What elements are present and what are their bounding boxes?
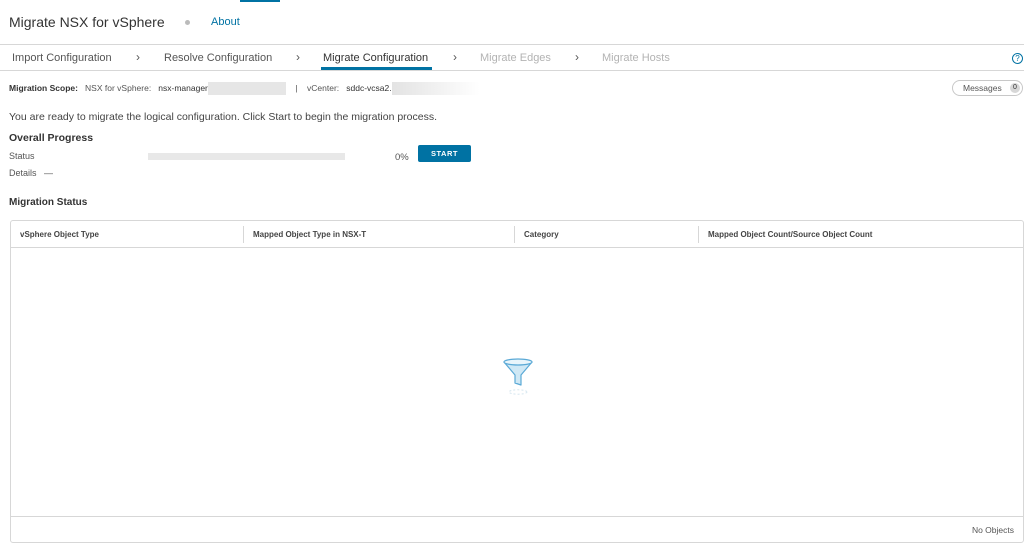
grid-header: vSphere Object Type Mapped Object Type i… [11, 221, 1023, 248]
messages-label: Messages [963, 83, 1002, 93]
redacted-block [391, 82, 480, 95]
messages-count-badge: 0 [1010, 83, 1020, 93]
column-header-category[interactable]: Category [515, 221, 698, 248]
redacted-block [207, 82, 286, 95]
help-icon[interactable]: ? [1012, 53, 1023, 64]
chevron-right-icon: › [453, 50, 457, 64]
progress-percent: 0% [395, 152, 409, 163]
step-migrate-edges: Migrate Edges [480, 52, 551, 64]
grid-footer: No Objects [11, 516, 1023, 542]
step-migrate-configuration[interactable]: Migrate Configuration [323, 52, 428, 64]
details-row: Details — [9, 168, 53, 178]
step-resolve-configuration[interactable]: Resolve Configuration [164, 52, 272, 64]
migration-status-grid: vSphere Object Type Mapped Object Type i… [10, 220, 1024, 543]
empty-filter-icon [501, 356, 535, 401]
migration-scope: Migration Scope: NSX for vSphere: nsx-ma… [9, 82, 480, 95]
vcenter-label: vCenter: [307, 82, 340, 93]
details-value: — [44, 168, 54, 178]
app-header: Migrate NSX for vSphere About [0, 0, 1024, 45]
chevron-right-icon: › [575, 50, 579, 64]
step-import-configuration[interactable]: Import Configuration [12, 52, 112, 64]
overall-progress-title: Overall Progress [9, 132, 94, 144]
ready-message: You are ready to migrate the logical con… [9, 111, 438, 123]
chevron-right-icon: › [296, 50, 300, 64]
scope-label: Migration Scope: [9, 82, 78, 93]
no-objects-label: No Objects [971, 525, 1014, 535]
step-migrate-hosts: Migrate Hosts [602, 52, 670, 64]
nsx-value: nsx-manager [158, 82, 208, 93]
column-header-mapped-object-type[interactable]: Mapped Object Type in NSX-T [244, 221, 514, 248]
details-label: Details [9, 168, 37, 178]
migration-status-title: Migration Status [9, 197, 88, 208]
wizard-steps: Import Configuration › Resolve Configura… [0, 45, 1024, 71]
vcenter-value: sddc-vcsa2. [346, 82, 392, 93]
nsx-label: NSX for vSphere: [85, 82, 152, 93]
column-header-vsphere-object-type[interactable]: vSphere Object Type [11, 221, 243, 248]
active-step-indicator [321, 67, 432, 70]
page-title: Migrate NSX for vSphere [9, 14, 165, 30]
start-button[interactable]: START [418, 145, 471, 162]
separator-dot [185, 20, 190, 25]
progress-bar [148, 153, 345, 160]
column-header-object-count[interactable]: Mapped Object Count/Source Object Count [699, 221, 1019, 248]
about-link[interactable]: About [211, 16, 240, 28]
messages-button[interactable]: Messages 0 [952, 80, 1023, 96]
status-label: Status [9, 151, 35, 161]
scope-separator: | [295, 82, 298, 93]
chevron-right-icon: › [136, 50, 140, 64]
